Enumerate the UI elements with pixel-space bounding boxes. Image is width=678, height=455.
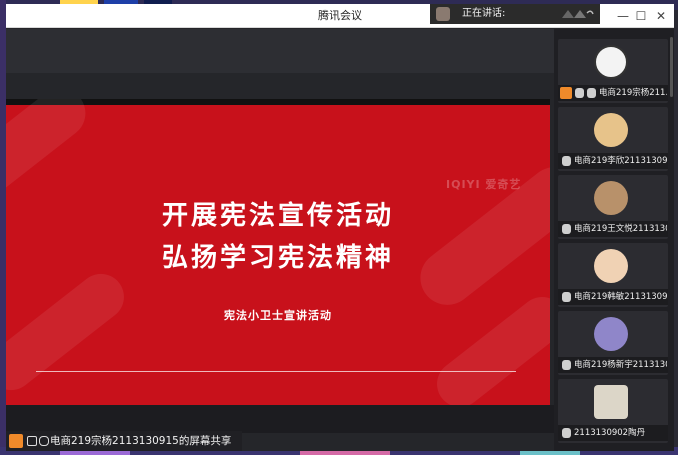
share-status-text: 电商219宗杨2113130915的屏幕共享 xyxy=(50,435,232,447)
participant-name: 电商219宗杨211... xyxy=(599,88,667,98)
close-button[interactable]: ✕ xyxy=(650,4,672,28)
participant-tile[interactable]: 电商219韩敏2113130911 xyxy=(558,243,668,307)
meeting-window: 腾讯会议 正在讲话: — ☐ ✕ IQIYI 爱奇艺 开展宪法宣传活动 弘扬学习… xyxy=(6,4,674,451)
participant-tile[interactable]: 电商219宗杨211... xyxy=(558,39,668,103)
slide-top-strip xyxy=(6,99,550,105)
participant-name: 2113130902陶丹 xyxy=(574,428,646,438)
participant-name: 电商219杨新宇2113130... xyxy=(574,360,667,370)
participant-name-row: 电商219王文悦2113130... xyxy=(558,221,668,237)
share-top-bar xyxy=(6,29,554,73)
participant-avatar xyxy=(594,249,628,283)
participant-name-row: 电商219韩敏2113130911 xyxy=(558,289,668,305)
participant-avatar xyxy=(594,45,628,79)
participant-name-row: 2113130902陶丹 xyxy=(558,425,668,441)
participant-avatar xyxy=(594,317,628,351)
screen-share-icon xyxy=(575,88,584,98)
share-bottom-bar xyxy=(6,405,554,433)
video-watermark: IQIYI 爱奇艺 xyxy=(446,178,522,191)
expand-icon[interactable] xyxy=(560,8,594,20)
mic-icon xyxy=(562,292,571,302)
speaker-avatar-icon xyxy=(436,7,450,21)
participant-avatar xyxy=(594,385,628,419)
host-icon xyxy=(560,87,572,99)
participant-tile[interactable]: 电商219王文悦2113130... xyxy=(558,175,668,239)
slide-decor xyxy=(6,99,96,210)
mic-icon xyxy=(587,88,596,98)
title-bar[interactable]: 腾讯会议 正在讲话: — ☐ ✕ xyxy=(6,4,674,28)
slide-headline-2: 弘扬学习宪法精神 xyxy=(161,243,394,273)
participant-tile[interactable]: 电商219杨新宇2113130... xyxy=(558,311,668,375)
participant-name-row: 电商219李欣2113130934 xyxy=(558,153,668,169)
participant-tile[interactable]: 2113130902陶丹 xyxy=(558,379,668,443)
host-icon xyxy=(9,434,23,448)
mic-icon xyxy=(562,428,571,438)
participant-name-row: 电商219杨新宇2113130... xyxy=(558,357,668,373)
share-status-bar[interactable]: 电商219宗杨2113130915的屏幕共享 xyxy=(6,431,242,451)
mic-icon xyxy=(562,156,571,166)
participant-tile[interactable]: 电商219李欣2113130934 xyxy=(558,107,668,171)
participant-name-row: 电商219宗杨211... xyxy=(558,85,668,101)
slide-divider xyxy=(36,371,516,372)
participant-avatar xyxy=(594,181,628,215)
slide-subtitle: 宪法小卫士宣讲活动 xyxy=(224,309,332,322)
slide-headline-1: 开展宪法宣传活动 xyxy=(161,201,394,231)
participant-name: 电商219李欣2113130934 xyxy=(574,156,667,166)
participant-name: 电商219韩敏2113130911 xyxy=(574,292,667,302)
participant-scrollbar[interactable] xyxy=(670,37,673,97)
mic-icon xyxy=(562,360,571,370)
participant-name: 电商219王文悦2113130... xyxy=(574,224,667,234)
slide-decor xyxy=(6,264,134,400)
desktop: 腾讯会议 正在讲话: — ☐ ✕ IQIYI 爱奇艺 开展宪法宣传活动 弘扬学习… xyxy=(0,0,678,455)
participant-list[interactable]: 电商219宗杨211... 电商219李欣2113130934 电商219王文悦… xyxy=(554,29,674,451)
screen-share-area[interactable]: IQIYI 爱奇艺 开展宪法宣传活动 弘扬学习宪法精神 宪法小卫士宣讲活动 电商… xyxy=(6,29,554,451)
speaking-label: 正在讲话: xyxy=(462,8,506,19)
participant-avatar xyxy=(594,113,628,147)
speaking-indicator[interactable]: 正在讲话: xyxy=(430,4,600,24)
shared-slide: IQIYI 爱奇艺 开展宪法宣传活动 弘扬学习宪法精神 宪法小卫士宣讲活动 xyxy=(6,99,550,405)
mic-icon xyxy=(562,224,571,234)
screen-share-icon xyxy=(27,436,37,446)
maximize-button[interactable]: ☐ xyxy=(630,4,652,28)
mic-icon xyxy=(39,436,49,446)
